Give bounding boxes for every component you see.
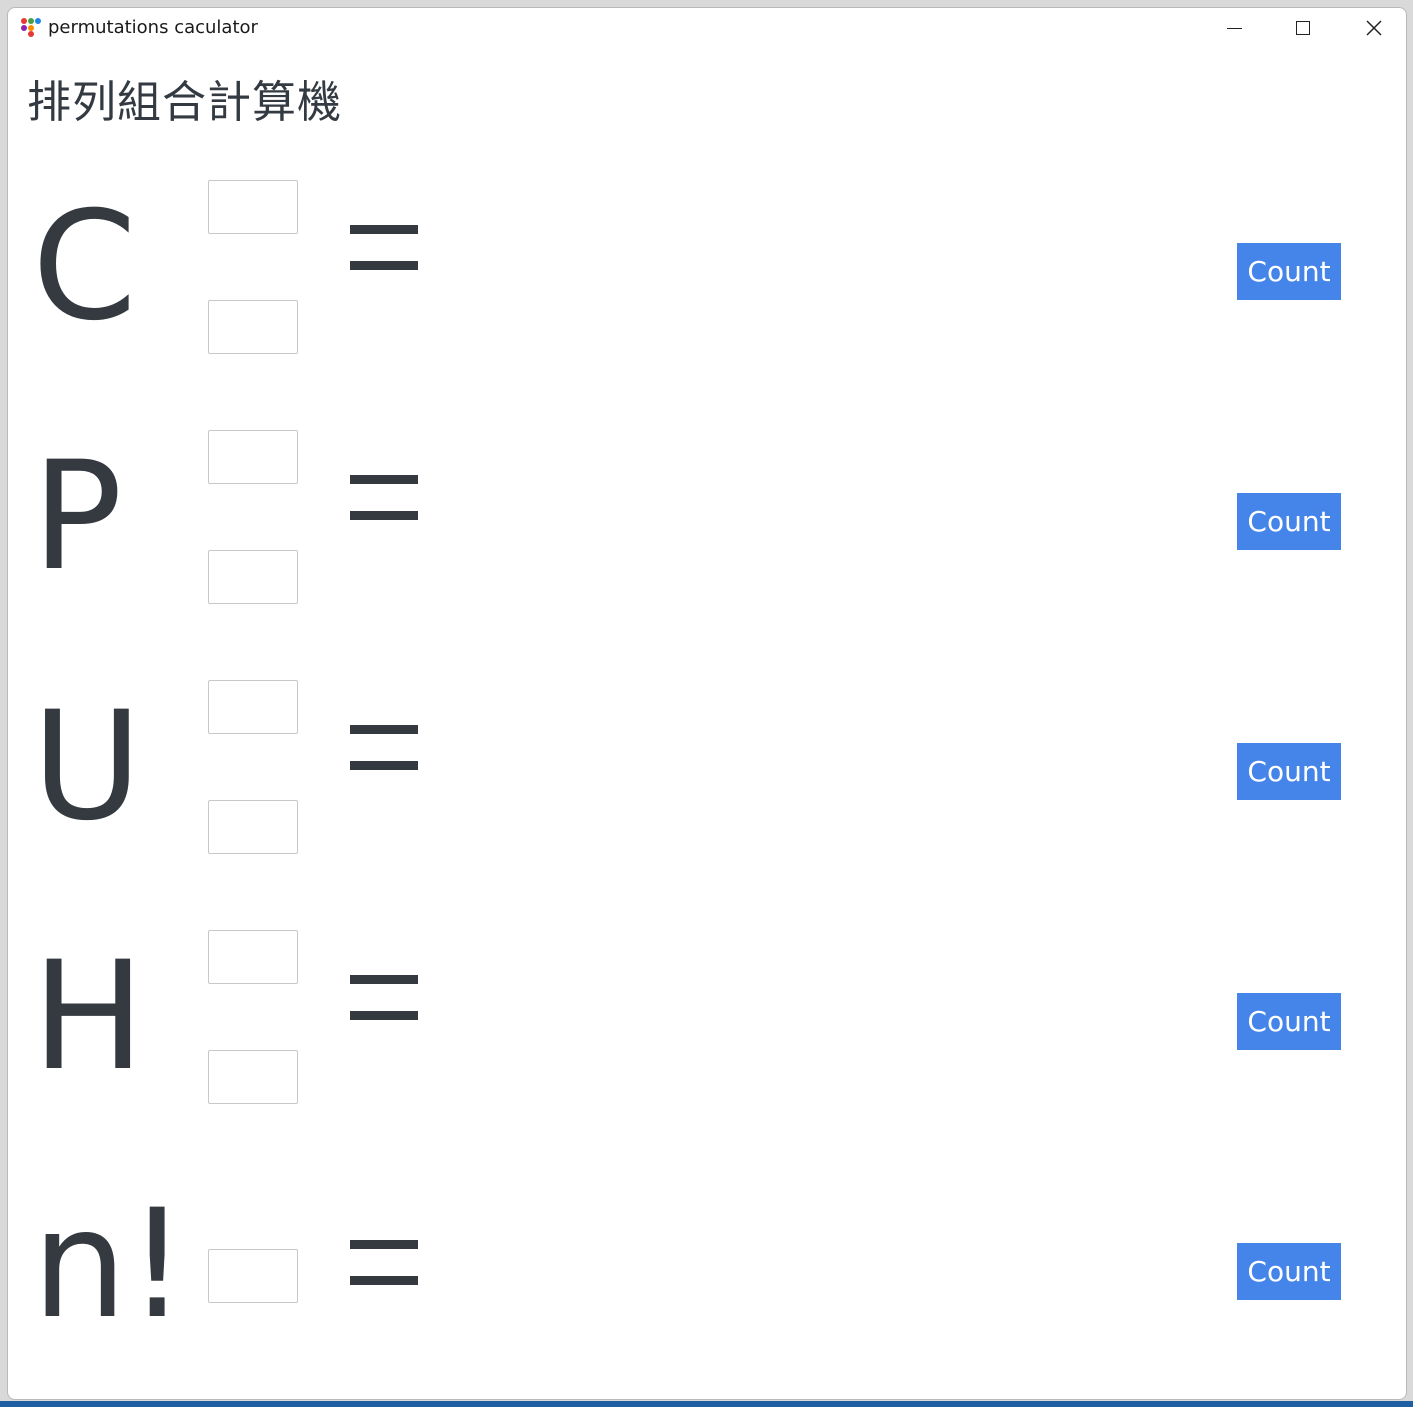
page-title: 排列組合計算機 [27,77,342,128]
lower-number-input[interactable] [208,1050,298,1104]
title-bar[interactable]: permutations caculator [8,8,1406,48]
equals-sign [350,975,420,1020]
symbol-label: n! [32,1178,188,1352]
factorial-row: n! Count [8,1178,1406,1399]
count-button[interactable]: Count [1237,743,1341,800]
app-window: permutations caculator 排列組合計算機 C Count P… [7,7,1407,1400]
count-button[interactable]: Count [1237,1243,1341,1300]
equals-sign [350,725,420,770]
lower-number-input[interactable] [208,800,298,854]
app-dots-icon [20,17,41,37]
symbol-label: C [32,180,137,354]
close-icon[interactable] [1338,8,1406,48]
symbol-label: U [32,680,142,854]
equals-sign [350,1240,420,1285]
combination-row: C Count [8,180,1406,410]
equals-sign [350,225,420,270]
upper-number-input[interactable] [208,430,298,484]
symbol-label: P [32,430,123,604]
minimize-icon[interactable] [1198,8,1268,48]
window-title: permutations caculator [48,17,258,38]
lower-number-input[interactable] [208,300,298,354]
count-button[interactable]: Count [1237,493,1341,550]
upper-number-input[interactable] [208,680,298,734]
symbol-label: H [32,930,145,1104]
permutation-row: P Count [8,430,1406,660]
lower-number-input[interactable] [208,550,298,604]
taskbar-edge [0,1401,1413,1407]
upper-number-input[interactable] [208,180,298,234]
maximize-icon[interactable] [1268,8,1338,48]
equals-sign [350,475,420,520]
count-button[interactable]: Count [1237,243,1341,300]
number-input[interactable] [208,1249,298,1303]
upper-number-input[interactable] [208,930,298,984]
repetition-combination-row: H Count [8,930,1406,1160]
count-button[interactable]: Count [1237,993,1341,1050]
repetition-permutation-row: U Count [8,680,1406,910]
